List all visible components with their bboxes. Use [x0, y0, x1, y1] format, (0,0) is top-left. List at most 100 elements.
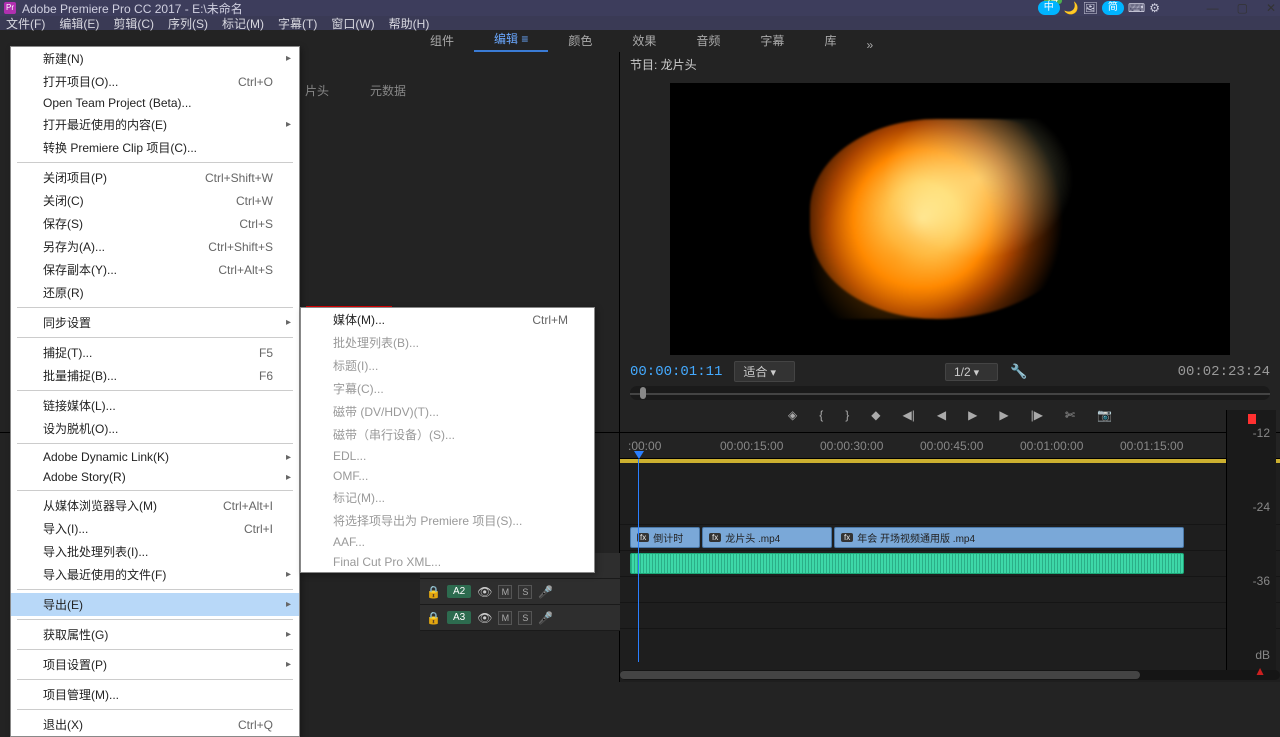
file-menu-item[interactable]: 项目设置(P) [11, 653, 299, 676]
file-menu-item[interactable]: 获取属性(G) [11, 623, 299, 646]
mark-in-icon[interactable]: ◈ [788, 408, 797, 422]
ws-tab-editing[interactable]: 编辑 ≡ [474, 27, 548, 52]
file-menu-item[interactable]: 还原(R) [11, 281, 299, 304]
ime-simp-badge[interactable]: 简 [1102, 1, 1124, 15]
file-menu-item[interactable]: 导入最近使用的文件(F) [11, 563, 299, 586]
ws-tab-color[interactable]: 颜色 [548, 29, 612, 52]
file-menu-item[interactable]: 批量捕捉(B)...F6 [11, 364, 299, 387]
add-marker-icon[interactable]: ◆ [871, 408, 880, 422]
frame-back-icon[interactable]: ◀ [937, 408, 946, 422]
playhead[interactable] [638, 459, 639, 662]
file-menu-item[interactable]: 打开最近使用的内容(E) [11, 113, 299, 136]
menu-file[interactable]: 文件(F) [6, 15, 45, 32]
file-menu-item[interactable]: 退出(X)Ctrl+Q [11, 713, 299, 736]
file-menu-item[interactable]: 项目管理(M)... [11, 683, 299, 706]
program-scrubber[interactable] [630, 386, 1270, 400]
track-v1[interactable]: 倒计时 龙片头 .mp4 年会 开场视频通用版 .mp4 [620, 525, 1280, 551]
go-in-icon[interactable]: } [845, 408, 849, 422]
file-menu-item[interactable]: 转换 Premiere Clip 项目(C)... [11, 136, 299, 159]
mic-icon[interactable]: 🎤 [538, 585, 553, 599]
menu-title[interactable]: 字幕(T) [278, 15, 317, 32]
program-viewport[interactable] [670, 83, 1230, 355]
step-fwd-icon[interactable]: |▶ [1031, 408, 1043, 422]
mark-out-icon[interactable]: { [819, 408, 823, 422]
file-menu-dropdown: 新建(N)打开项目(O)...Ctrl+OOpen Team Project (… [10, 46, 300, 737]
ime-key-icon[interactable]: ⌨ [1128, 1, 1145, 15]
window-minimize[interactable]: ― [1207, 1, 1219, 15]
file-menu-item[interactable]: 打开项目(O)...Ctrl+O [11, 70, 299, 93]
ime-settings-icon[interactable]: ⚙ [1149, 1, 1160, 15]
mic-icon[interactable]: 🎤 [538, 611, 553, 625]
menu-sequence[interactable]: 序列(S) [168, 15, 208, 32]
ws-tab-captions[interactable]: 字幕 [740, 29, 804, 52]
program-zoom-dropdown[interactable]: 1/2 ▾ [945, 363, 998, 381]
file-menu-item[interactable]: 链接媒体(L)... [11, 394, 299, 417]
play-icon[interactable]: ▶ [968, 408, 977, 422]
clip-countdown[interactable]: 倒计时 [630, 527, 700, 548]
ws-tab-assembly[interactable]: 组件 [410, 29, 474, 52]
scrubber-handle[interactable] [640, 387, 646, 399]
timeline-tracks[interactable]: :00:00 00:00:15:00 00:00:30:00 00:00:45:… [620, 433, 1280, 682]
export-frame-icon[interactable]: 📷 [1097, 408, 1112, 422]
settings-wrench-icon[interactable]: 🔧 [1010, 363, 1027, 380]
ime-toolbar[interactable]: 中 🌙 🖼 简 ⌨ ⚙ [1038, 1, 1160, 15]
ws-tab-libraries[interactable]: 库 [804, 29, 856, 52]
lock-icon[interactable]: 🔒 [426, 611, 441, 625]
file-menu-item[interactable]: 新建(N) [11, 47, 299, 70]
lift-icon[interactable]: ✄ [1065, 408, 1075, 422]
track-a2[interactable] [620, 577, 1280, 603]
menu-marker[interactable]: 标记(M) [222, 15, 264, 32]
file-menu-item[interactable]: 关闭项目(P)Ctrl+Shift+W [11, 166, 299, 189]
file-menu-item[interactable]: 设为脱机(O)... [11, 417, 299, 440]
file-menu-item[interactable]: Adobe Dynamic Link(K) [11, 447, 299, 467]
window-close[interactable]: ✕ [1266, 1, 1276, 15]
track-a1[interactable] [620, 551, 1280, 577]
eye-icon[interactable]: 👁 [477, 585, 492, 599]
file-menu-item[interactable]: Adobe Story(R) [11, 467, 299, 487]
menu-clip[interactable]: 剪辑(C) [113, 15, 154, 32]
ws-tab-audio[interactable]: 音频 [676, 29, 740, 52]
ws-tabs-more[interactable]: » [866, 38, 875, 52]
ime-lang-badge[interactable]: 中 [1038, 1, 1060, 15]
menu-edit[interactable]: 编辑(E) [59, 15, 99, 32]
error-indicator-icon[interactable]: ▲ [1254, 664, 1266, 678]
file-menu-item[interactable]: 保存副本(Y)...Ctrl+Alt+S [11, 258, 299, 281]
clip-opening[interactable]: 年会 开场视频通用版 .mp4 [834, 527, 1184, 548]
program-timecode-current[interactable]: 00:00:01:11 [630, 364, 722, 380]
track-spacer [620, 463, 1280, 525]
ime-moon-icon[interactable]: 🌙 [1064, 1, 1079, 15]
source-tab-metadata[interactable]: 元数据 [370, 82, 406, 99]
file-menu-item[interactable]: Open Team Project (Beta)... [11, 93, 299, 113]
file-menu-item[interactable]: 捕捉(T)...F5 [11, 341, 299, 364]
audio-clip-a1[interactable] [630, 553, 1184, 574]
file-menu-item[interactable]: 从媒体浏览器导入(M)Ctrl+Alt+I [11, 494, 299, 517]
track-header-a3[interactable]: 🔒 A3 👁 M S 🎤 [420, 605, 620, 631]
track-a3[interactable] [620, 603, 1280, 629]
export-menu-item: 标记(M)... [301, 486, 594, 509]
file-menu-item[interactable]: 另存为(A)...Ctrl+Shift+S [11, 235, 299, 258]
program-tab[interactable]: 节目: 龙片头 [620, 52, 1280, 77]
timeline-hscroll[interactable] [620, 670, 1280, 680]
menu-window[interactable]: 窗口(W) [331, 15, 374, 32]
source-tab-clip[interactable]: 片头 [305, 82, 329, 99]
file-menu-item[interactable]: 导入(I)...Ctrl+I [11, 517, 299, 540]
eye-icon[interactable]: 👁 [477, 611, 492, 625]
step-back-icon[interactable]: ◀| [903, 408, 915, 422]
ime-img-icon[interactable]: 🖼 [1083, 1, 1098, 15]
timeline-ruler[interactable]: :00:00 00:00:15:00 00:00:30:00 00:00:45:… [620, 433, 1280, 459]
ws-tab-effects[interactable]: 效果 [612, 29, 676, 52]
clip-dragon[interactable]: 龙片头 .mp4 [702, 527, 832, 548]
window-maximize[interactable]: ▢ [1237, 1, 1248, 15]
file-menu-item[interactable]: 导入批处理列表(I)... [11, 540, 299, 563]
file-menu-item[interactable]: 导出(E) [11, 593, 299, 616]
lock-icon[interactable]: 🔒 [426, 585, 441, 599]
hscroll-thumb[interactable] [620, 671, 1140, 679]
frame-fwd-icon[interactable]: ▶ [999, 408, 1008, 422]
file-menu-item[interactable]: 关闭(C)Ctrl+W [11, 189, 299, 212]
file-menu-item[interactable]: 同步设置 [11, 311, 299, 334]
program-fit-dropdown[interactable]: 适合 ▾ [734, 361, 795, 382]
track-header-a2[interactable]: 🔒 A2 👁 M S 🎤 [420, 579, 620, 605]
export-menu-item[interactable]: 媒体(M)...Ctrl+M [301, 308, 594, 331]
file-menu-item[interactable]: 保存(S)Ctrl+S [11, 212, 299, 235]
menu-bar: 文件(F) 编辑(E) 剪辑(C) 序列(S) 标记(M) 字幕(T) 窗口(W… [0, 16, 1280, 30]
